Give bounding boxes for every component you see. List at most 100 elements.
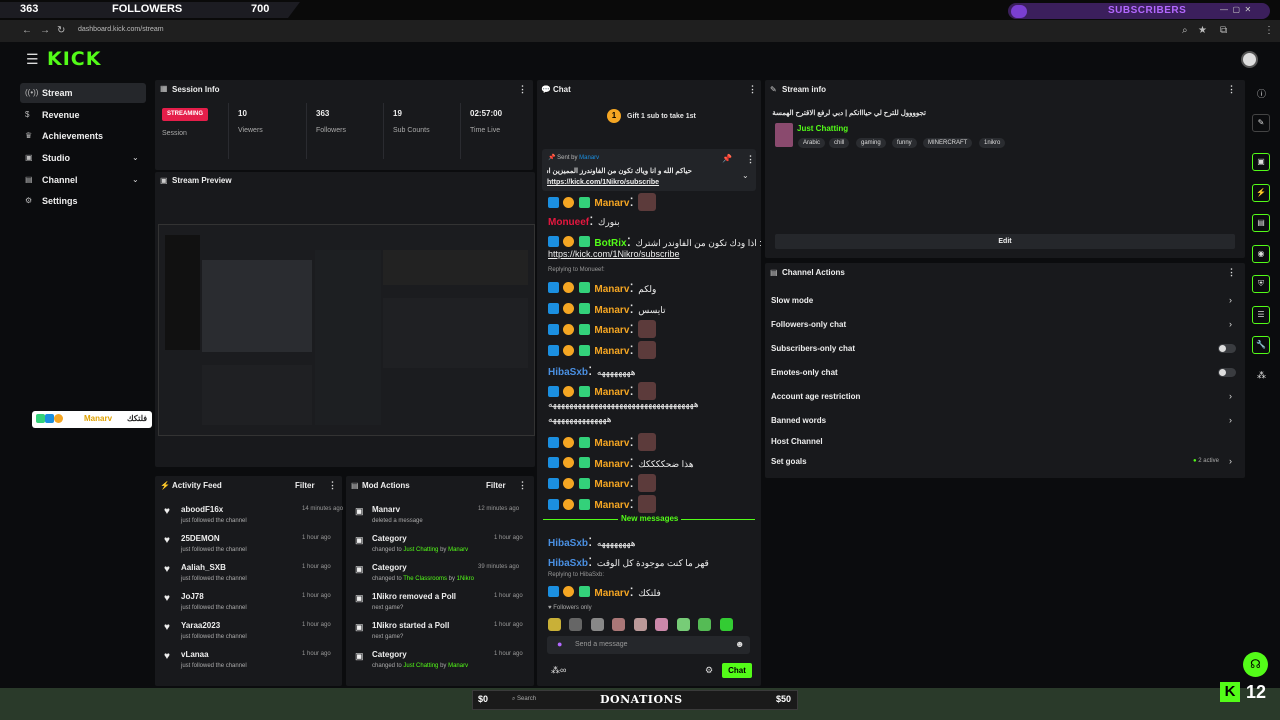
banned-words-item[interactable]: Banned words	[771, 416, 826, 425]
reload-icon[interactable]: ↻	[57, 25, 65, 36]
back-icon[interactable]: ←	[22, 25, 32, 36]
mod-filter-button[interactable]: Filter	[486, 481, 506, 490]
new-messages-label[interactable]: New messages	[618, 514, 682, 523]
category-name[interactable]: Just Chatting	[797, 124, 848, 133]
more-options-icon[interactable]: ⋮	[1227, 267, 1236, 278]
chat-username[interactable]: Manarv	[594, 284, 629, 295]
kick-logo[interactable]: KICK	[47, 48, 101, 70]
chat-username[interactable]: Manarv	[594, 438, 629, 449]
gift-sub-text[interactable]: Gift 1 sub to take 1st	[627, 113, 696, 120]
layers-icon[interactable]: ☰	[1252, 306, 1270, 324]
bolt-icon[interactable]: ⚡	[1252, 184, 1270, 202]
subscribers-only-item[interactable]: Subscribers-only chat	[771, 344, 855, 353]
chat-bubble-icon[interactable]: ◉	[1252, 245, 1270, 263]
host-channel-item[interactable]: Host Channel	[771, 437, 823, 446]
taskbar-search[interactable]: ⌕ Search	[512, 696, 536, 703]
chat-username[interactable]: Manarv	[594, 325, 629, 336]
chat-username[interactable]: HibaSxb	[548, 558, 588, 569]
extensions-icon[interactable]: ⧉	[1220, 25, 1227, 36]
address-bar[interactable]: dashboard.kick.com/stream	[78, 26, 164, 33]
chat-link[interactable]: https://kick.com/1Nikro/subscribe	[548, 249, 680, 259]
sidebar-item-revenue[interactable]: Revenue	[20, 105, 146, 125]
browser-menu-icon[interactable]: ⋮	[1264, 25, 1274, 36]
chat-username[interactable]: Manarv	[594, 500, 629, 511]
emote-icon[interactable]	[655, 618, 669, 632]
followers-only-item[interactable]: Followers-only chat	[771, 320, 846, 329]
chat-username[interactable]: Manarv	[594, 387, 629, 398]
sidebar-item-stream[interactable]: Stream	[20, 83, 146, 103]
shield-icon[interactable]: ⛨	[1252, 275, 1270, 293]
slow-mode-item[interactable]: Slow mode	[771, 296, 813, 305]
sidebar-item-achievements[interactable]: Achievements	[20, 126, 146, 146]
window-controls[interactable]: — ▢ ✕	[1220, 5, 1251, 14]
activity-user[interactable]: Yaraa2023	[181, 621, 220, 630]
activity-user[interactable]: vLanaa	[181, 650, 209, 659]
emote-icon[interactable]	[676, 618, 690, 632]
more-options-icon[interactable]: ⋮	[748, 84, 757, 95]
chat-username[interactable]: Manarv	[594, 588, 629, 599]
bookmark-icon[interactable]: ★	[1198, 25, 1207, 36]
chevron-right-icon[interactable]: ›	[1229, 391, 1232, 401]
set-goals-item[interactable]: Set goals	[771, 457, 807, 466]
emote-icon[interactable]	[548, 618, 561, 632]
chevron-right-icon[interactable]: ›	[1229, 319, 1232, 329]
emotes-only-toggle[interactable]	[1218, 368, 1236, 377]
chevron-right-icon[interactable]: ›	[1229, 456, 1232, 466]
pin-icon[interactable]: 📌	[722, 154, 732, 163]
pinned-link[interactable]: https://kick.com/1Nikro/subscribe	[547, 179, 659, 186]
chevron-down-icon[interactable]: ⌄	[132, 153, 139, 162]
activity-user[interactable]: JoJ78	[181, 592, 204, 601]
account-age-item[interactable]: Account age restriction	[771, 392, 860, 401]
help-icon[interactable]: ☊	[1243, 652, 1268, 677]
chevron-right-icon[interactable]: ›	[1229, 415, 1232, 425]
more-options-icon[interactable]: ⋮	[328, 480, 337, 491]
emotes-only-item[interactable]: Emotes-only chat	[771, 368, 838, 377]
emoji-icon[interactable]: ☻	[735, 639, 744, 649]
emote-icon[interactable]	[633, 618, 647, 632]
emote-icon[interactable]	[719, 618, 733, 632]
subscribers-only-toggle[interactable]	[1218, 344, 1236, 353]
activity-filter-button[interactable]: Filter	[295, 481, 315, 490]
hamburger-menu-icon[interactable]: ☰	[26, 51, 39, 68]
chat-username[interactable]: HibaSxb	[548, 367, 588, 378]
chevron-down-icon[interactable]: ⌄	[742, 171, 749, 180]
chat-username[interactable]: HibaSxb	[548, 538, 588, 549]
user-avatar[interactable]	[1241, 51, 1258, 68]
emote-icon[interactable]	[590, 618, 604, 632]
zoom-icon[interactable]: ⌕	[1182, 25, 1188, 36]
chat-username[interactable]: Manarv	[594, 459, 629, 470]
doc-icon[interactable]: ▤	[1252, 214, 1270, 232]
sidebar-item-studio[interactable]: Studio	[20, 148, 146, 168]
more-options-icon[interactable]: ⋮	[518, 84, 527, 95]
chat-username[interactable]: Manarv	[594, 479, 629, 490]
emote-icon[interactable]	[698, 618, 712, 632]
chat-input-placeholder[interactable]: Send a message	[575, 641, 628, 648]
sidebar-item-channel[interactable]: Channel	[20, 170, 146, 190]
more-options-icon[interactable]: ⋮	[518, 480, 527, 491]
wrench-icon[interactable]: 🔧	[1252, 336, 1270, 354]
chevron-down-icon[interactable]: ⌄	[132, 175, 139, 184]
pencil-icon[interactable]: ✎	[1252, 114, 1270, 132]
chat-tools-icon[interactable]: ⁂∞	[551, 665, 566, 676]
more-options-icon[interactable]: ⋮	[746, 154, 755, 165]
emote-icon[interactable]	[612, 618, 626, 632]
send-chat-button[interactable]: Chat	[722, 663, 752, 678]
activity-user[interactable]: Aaliah_SXB	[181, 563, 226, 572]
info-icon[interactable]: ⓘ	[1257, 87, 1266, 100]
activity-user[interactable]: aboodF16x	[181, 505, 223, 514]
forward-icon[interactable]: →	[40, 25, 50, 36]
microphone-icon[interactable]: ●	[557, 639, 562, 649]
chat-username[interactable]: Manarv	[594, 198, 629, 209]
chat-settings-icon[interactable]: ⚙	[705, 665, 713, 676]
activity-user[interactable]: 25DEMON	[181, 534, 220, 543]
nodes-icon[interactable]: ⁂	[1257, 370, 1266, 381]
more-options-icon[interactable]: ⋮	[1227, 84, 1236, 95]
chat-username[interactable]: Monueef	[548, 217, 589, 228]
chevron-right-icon[interactable]: ›	[1229, 295, 1232, 305]
chat-username[interactable]: BotRix	[594, 238, 626, 249]
chat-username[interactable]: Manarv	[594, 305, 629, 316]
edit-stream-button[interactable]: Edit	[775, 234, 1235, 249]
screen-icon[interactable]: ▣	[1252, 153, 1270, 171]
emote-icon[interactable]	[569, 618, 583, 632]
chat-username[interactable]: Manarv	[594, 346, 629, 357]
